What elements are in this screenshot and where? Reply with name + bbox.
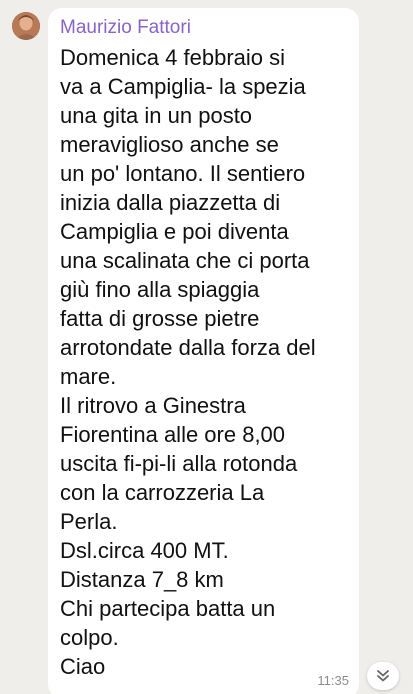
message-line: Distanza 7_8 km <box>60 567 224 592</box>
message-line: uscita fi-pi-li alla rotonda <box>60 451 298 476</box>
message-line: una scalinata che ci porta <box>60 248 310 273</box>
message-line: va a Campiglia- la spezia <box>60 74 306 99</box>
chat-view: Maurizio Fattori Domenica 4 febbraio si v… <box>0 0 413 694</box>
message-line: giù fino alla spiaggia <box>60 277 260 302</box>
message-line: Chi partecipa batta un <box>60 596 276 621</box>
sender-name[interactable]: Maurizio Fattori <box>60 16 347 40</box>
message-line: mare. <box>60 364 117 389</box>
scroll-down-button[interactable] <box>367 662 399 690</box>
message-line: un po' lontano. Il sentiero <box>60 161 306 186</box>
message-line: meraviglioso anche se <box>60 132 279 157</box>
message-line: inizia dalla piazzetta di <box>60 190 281 215</box>
message-bubble[interactable]: Maurizio Fattori Domenica 4 febbraio si v… <box>48 8 359 694</box>
message-line: Fiorentina alle ore 8,00 <box>60 422 286 447</box>
message-line: colpo. <box>60 625 119 650</box>
avatar[interactable] <box>12 12 40 40</box>
message-line: Ciao <box>60 654 106 679</box>
message-line: Dsl.circa 400 MT. <box>60 538 229 563</box>
message-line: fatta di grosse pietre <box>60 306 260 331</box>
message-time: 11:35 <box>317 673 349 688</box>
message-line: Perla. <box>60 509 118 534</box>
message-line: con la carrozzeria La <box>60 480 265 505</box>
message-line: una gita in un posto <box>60 103 253 128</box>
chevron-double-down-icon <box>377 670 389 682</box>
avatar-image <box>12 12 40 40</box>
message-text: Domenica 4 febbraio si va a Campiglia- la… <box>60 43 347 681</box>
message-line: arrotondate dalla forza del <box>60 335 316 360</box>
message-line: Domenica 4 febbraio si <box>60 45 286 70</box>
message-line: Campiglia e poi diventa <box>60 219 289 244</box>
message-line: Il ritrovo a Ginestra <box>60 393 246 418</box>
